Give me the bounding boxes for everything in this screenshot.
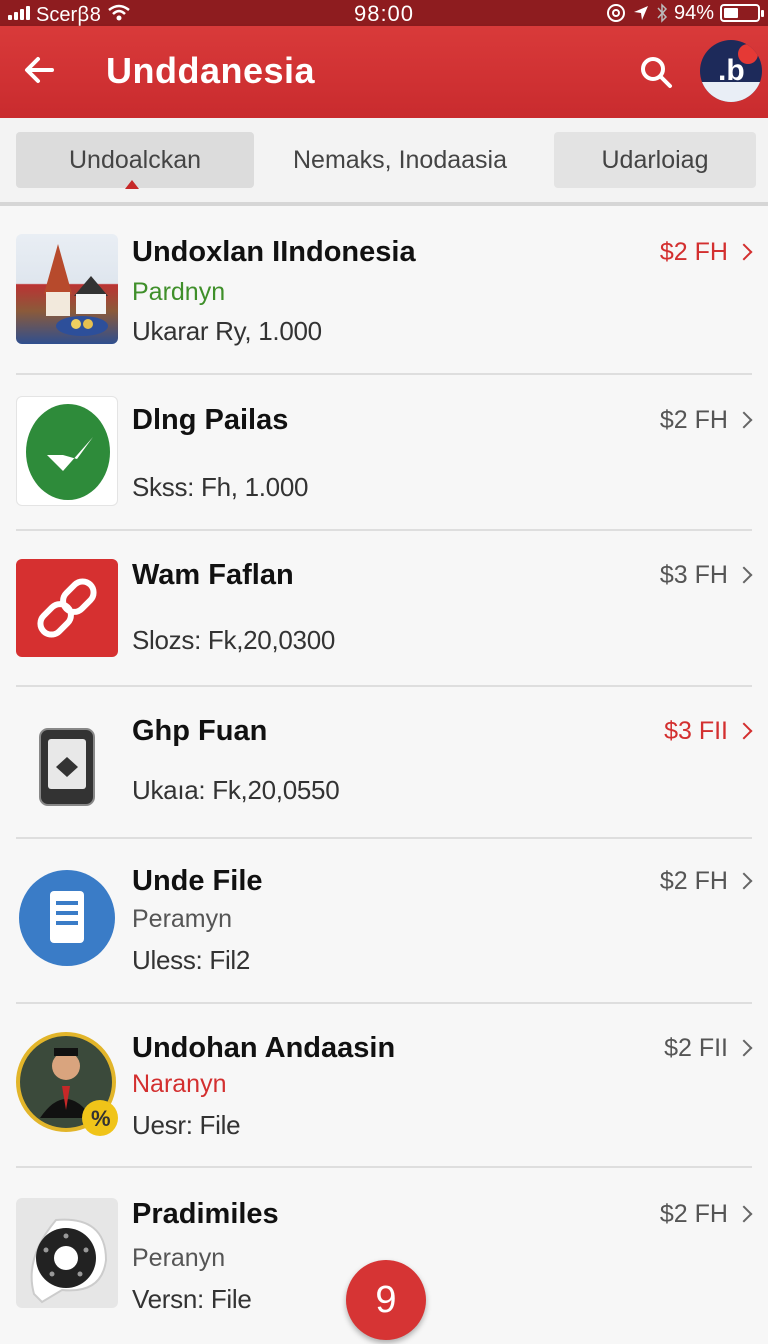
item-title: Dlng Pailas [132,404,289,436]
back-arrow-icon[interactable] [18,48,62,92]
floating-action-button[interactable]: 9 [346,1260,426,1340]
battery-percent: 94% [673,1,714,24]
bluetooth-icon [657,3,667,23]
item-subtitle: Pardnyn [132,278,226,306]
item-meta: Slozs: Fk,20,0300 [132,625,336,655]
item-price: $3 FII [664,717,728,745]
item-meta: Versn: File [132,1284,252,1314]
svg-text:%: % [91,1106,111,1131]
tab-udarloiag[interactable]: Udarloiag [554,132,756,188]
link-icon [16,559,118,657]
item-price: $2 FH [659,1200,728,1228]
person-portrait-icon: % [16,1026,118,1136]
chevron-right-icon [735,411,753,429]
item-price: $2 FH [659,238,728,266]
item-title: Ghp Fuan [132,715,268,747]
document-icon [16,863,118,973]
at-icon [606,4,625,22]
notification-badge [738,44,758,64]
item-meta: Ukarar Ry, 1.000 [132,316,322,346]
item-title: Pradimiles [132,1198,279,1230]
item-title: Wam Faflan [132,559,294,591]
chevron-right-icon [735,1205,753,1223]
chevron-right-icon [735,243,753,261]
item-title: Undohan Andaasin [132,1032,396,1064]
tab-nemaks-inodaasia[interactable]: Nemaks, Inodaasia [270,132,530,188]
app-bar: Unddanesia .b [0,26,768,118]
item-subtitle: Naranyn [132,1070,227,1098]
search-icon[interactable] [636,52,676,92]
location-icon [633,6,648,20]
battery-icon [720,4,764,22]
avatar[interactable]: .b [700,40,762,102]
item-title: Undoxlan IIndonesia [132,236,416,268]
item-price: $2 FH [659,406,728,434]
chevron-right-icon [735,722,753,740]
list-item[interactable]: Unde File Peramyn Uless: Fil2 $2 FH [0,839,768,1004]
chevron-right-icon [735,566,753,584]
indonesia-landmarks-icon [16,234,118,344]
item-meta: Uless: Fil2 [132,945,251,975]
page-title: Unddanesia [106,50,316,91]
status-right: 94% [606,0,764,26]
status-bar: Scerꞵ8 98:00 94% [0,0,768,26]
phone-icon [16,713,118,823]
fab-label: 9 [375,1278,397,1321]
dial-icon [16,1198,118,1308]
item-title: Unde File [132,865,263,897]
divider [16,373,752,375]
list-item[interactable]: Undoxlan IIndonesia Pardnyn Ukarar Ry, 1… [0,210,768,376]
list-item[interactable]: Dlng Pailas Skss: Fh, 1.000 $2 FH [0,376,768,531]
item-subtitle: Peramyn [132,905,233,933]
green-check-icon [16,396,118,506]
active-tab-indicator [125,180,139,189]
item-meta: Uesr: File [132,1110,241,1140]
chevron-right-icon [735,1039,753,1057]
chevron-right-icon [735,872,753,890]
tab-bar: Undoalckan Nemaks, Inodaasia Udarloiag [0,118,768,206]
item-meta: Skss: Fh, 1.000 [132,472,309,502]
item-meta: Ukaıa: Fk,20,0550 [132,775,340,805]
item-price: $2 FH [659,867,728,895]
item-price: $3 FH [659,561,728,589]
item-subtitle: Peranyn [132,1244,226,1272]
list-item[interactable]: Wam Faflan Slozs: Fk,20,0300 $3 FH [0,531,768,687]
list-item[interactable]: Ghp Fuan Ukaıa: Fk,20,0550 $3 FII [0,687,768,839]
list-item[interactable]: % Undohan Andaasin Naranyn Uesr: File $2… [0,1004,768,1168]
item-price: $2 FII [664,1034,728,1062]
